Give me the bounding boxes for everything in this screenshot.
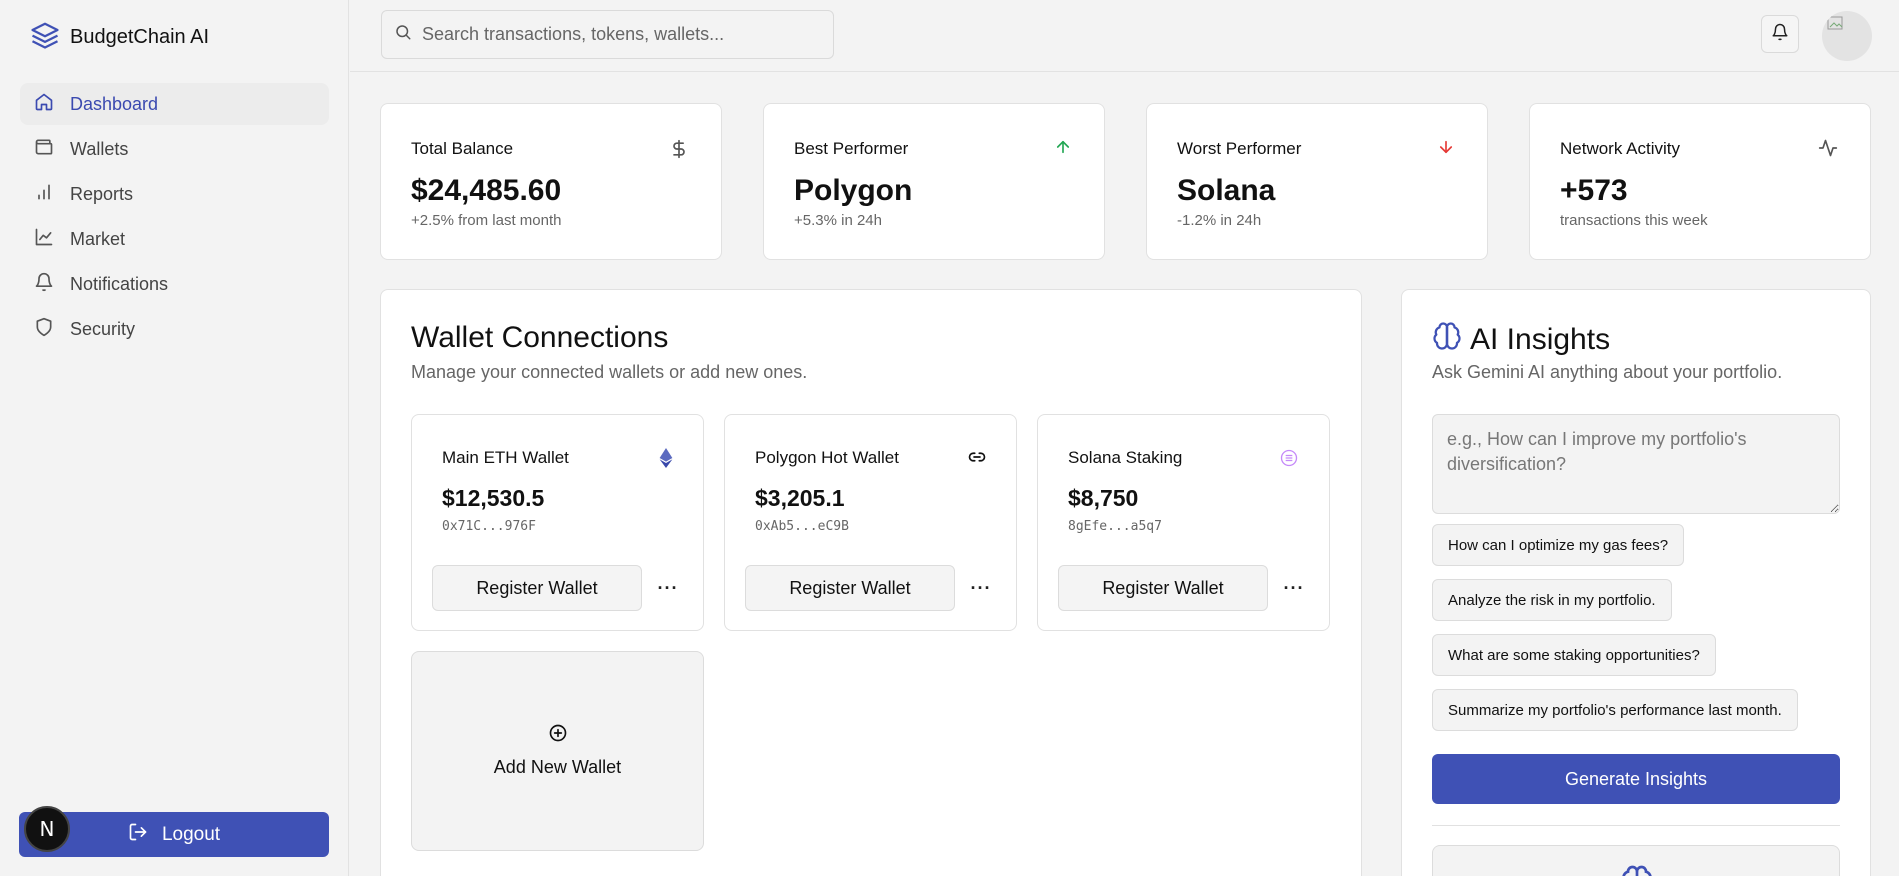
stat-title: Total Balance [411, 139, 514, 158]
brand[interactable]: BudgetChain AI [30, 20, 209, 55]
wallet-name: Polygon Hot Wallet [755, 448, 899, 467]
search-icon [394, 23, 412, 46]
dev-badge-letter: N [39, 817, 55, 841]
stat-value: +573 [1560, 174, 1628, 207]
sidebar-item-label: Reports [70, 183, 134, 204]
notifications-button[interactable] [1761, 15, 1799, 53]
sidebar-nav: Dashboard Wallets Reports Market Notific… [20, 83, 329, 353]
sidebar: BudgetChain AI Dashboard Wallets Reports… [0, 0, 349, 876]
panel-title: AI Insights [1432, 321, 1610, 359]
sidebar-item-label: Notifications [70, 273, 169, 294]
sidebar-item-reports[interactable]: Reports [20, 173, 329, 215]
arrow-down-icon [1437, 138, 1455, 161]
suggestion-chip[interactable]: How can I optimize my gas fees? [1432, 524, 1685, 566]
sidebar-item-notifications[interactable]: Notifications [20, 263, 329, 305]
stat-card-best-performer: Best Performer Polygon +5.3% in 24h [763, 103, 1105, 260]
topbar [350, 0, 1899, 72]
register-wallet-button[interactable]: Register Wallet [745, 565, 955, 611]
stat-value: $24,485.60 [411, 174, 562, 207]
avatar[interactable] [1822, 11, 1872, 61]
plus-circle-icon [548, 723, 568, 748]
suggestion-chip[interactable]: What are some staking opportunities? [1432, 634, 1716, 676]
wallet-address: 0xAb5...eC9B [755, 519, 849, 534]
stat-title: Worst Performer [1177, 139, 1302, 158]
wallet-balance: $8,750 [1068, 485, 1139, 511]
ai-result-placeholder [1432, 845, 1840, 876]
stat-title: Best Performer [794, 139, 909, 158]
brain-icon [1432, 321, 1462, 359]
search-input[interactable] [422, 24, 822, 45]
wallet-card: Polygon Hot Wallet $3,205.1 0xAb5...eC9B… [724, 414, 1017, 631]
layers-logo-icon [30, 20, 60, 55]
sidebar-item-dashboard[interactable]: Dashboard [20, 83, 329, 125]
wallet-connections-panel: Wallet Connections Manage your connected… [380, 289, 1362, 876]
wallet-card: Solana Staking $8,750 8gEfe...a5q7 Regis… [1037, 414, 1330, 631]
wallet-balance: $12,530.5 [442, 485, 545, 511]
sidebar-item-label: Security [70, 318, 136, 339]
shield-icon [34, 317, 54, 342]
suggestion-chip[interactable]: Analyze the risk in my portfolio. [1432, 579, 1672, 621]
sidebar-item-wallets[interactable]: Wallets [20, 128, 329, 170]
bar-chart-icon [34, 182, 54, 207]
logout-label: Logout [161, 823, 221, 845]
wallet-name: Main ETH Wallet [442, 448, 569, 467]
wallet-balance: $3,205.1 [755, 485, 845, 511]
brain-icon [1622, 865, 1652, 876]
more-options-icon[interactable]: ··· [1279, 573, 1309, 603]
home-icon [34, 92, 54, 117]
wallet-address: 0x71C...976F [442, 519, 536, 534]
stat-subtext: +2.5% from last month [411, 212, 562, 229]
dev-badge[interactable]: N [24, 806, 70, 852]
more-options-icon[interactable]: ··· [653, 573, 683, 603]
link-icon [968, 448, 986, 471]
ethereum-icon [659, 448, 673, 473]
ai-insights-panel: AI Insights Ask Gemini AI anything about… [1401, 289, 1871, 876]
more-options-icon[interactable]: ··· [966, 573, 996, 603]
logout-icon [128, 822, 148, 848]
sidebar-item-security[interactable]: Security [20, 308, 329, 350]
panel-subtitle: Ask Gemini AI anything about your portfo… [1432, 362, 1783, 382]
brand-name: BudgetChain AI [70, 26, 209, 48]
activity-icon [1818, 138, 1838, 163]
add-new-wallet-label: Add New Wallet [493, 757, 622, 777]
register-wallet-button[interactable]: Register Wallet [432, 565, 642, 611]
solana-icon [1279, 448, 1299, 473]
stat-value: Polygon [794, 174, 913, 207]
avatar-placeholder-icon [1827, 16, 1843, 30]
stat-card-total-balance: Total Balance $24,485.60 +2.5% from last… [380, 103, 722, 260]
sidebar-item-label: Dashboard [70, 93, 159, 114]
line-chart-icon [34, 227, 54, 252]
wallet-card: Main ETH Wallet $12,530.5 0x71C...976F R… [411, 414, 704, 631]
stat-card-network-activity: Network Activity +573 transactions this … [1529, 103, 1871, 260]
sidebar-item-label: Market [70, 228, 126, 249]
register-wallet-button[interactable]: Register Wallet [1058, 565, 1268, 611]
panel-title: Wallet Connections [411, 321, 669, 354]
stat-value: Solana [1177, 174, 1276, 207]
search-box[interactable] [381, 10, 834, 59]
panel-subtitle: Manage your connected wallets or add new… [411, 362, 808, 382]
suggestion-chip[interactable]: Summarize my portfolio's performance las… [1432, 689, 1798, 731]
sidebar-item-label: Wallets [70, 138, 129, 159]
ai-prompt-input[interactable] [1432, 414, 1840, 514]
ai-title-text: AI Insights [1470, 323, 1611, 356]
bell-icon [1771, 23, 1789, 46]
add-new-wallet-button[interactable]: Add New Wallet [411, 651, 704, 851]
sidebar-item-market[interactable]: Market [20, 218, 329, 260]
wallet-address: 8gEfe...a5q7 [1068, 519, 1162, 534]
generate-insights-button[interactable]: Generate Insights [1432, 754, 1840, 804]
stat-card-worst-performer: Worst Performer Solana -1.2% in 24h [1146, 103, 1488, 260]
dollar-icon [669, 138, 689, 165]
divider [1432, 825, 1840, 826]
stat-title: Network Activity [1560, 139, 1680, 158]
stat-subtext: -1.2% in 24h [1177, 212, 1262, 229]
wallet-name: Solana Staking [1068, 448, 1183, 467]
arrow-up-icon [1054, 138, 1072, 161]
stat-subtext: +5.3% in 24h [794, 212, 882, 229]
bell-icon [34, 272, 54, 297]
wallet-icon [34, 137, 54, 162]
stat-subtext: transactions this week [1560, 212, 1708, 229]
